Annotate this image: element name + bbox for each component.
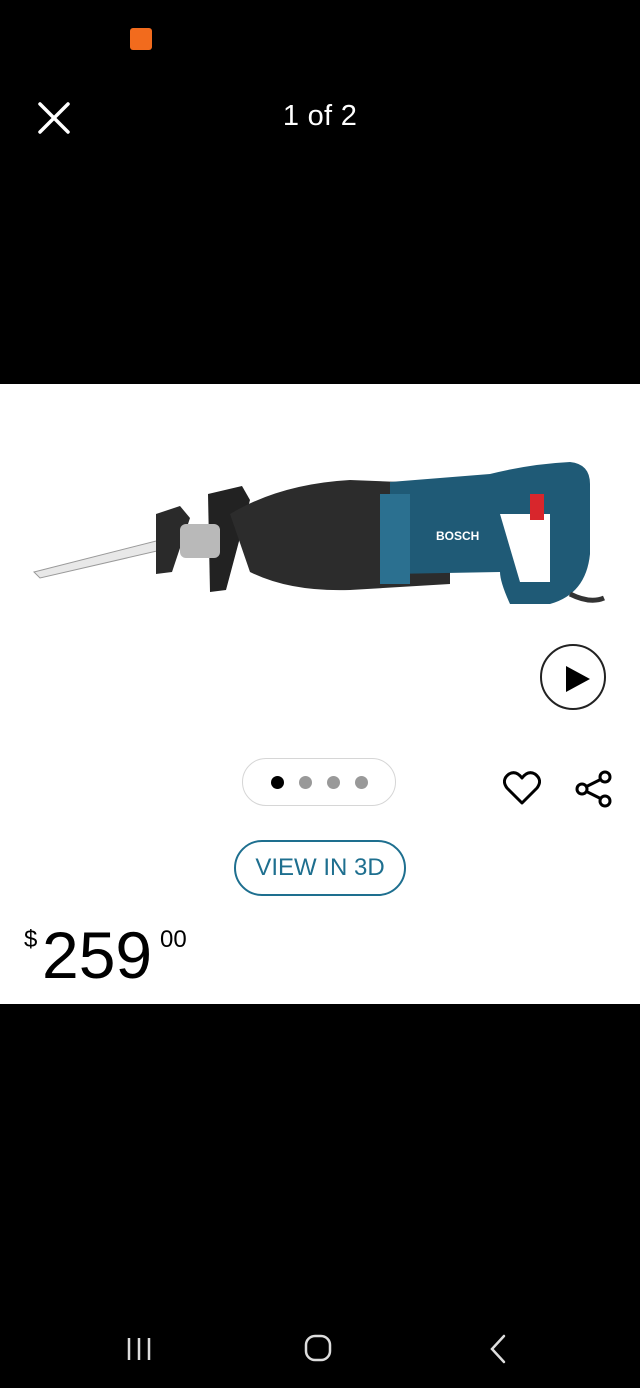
image-pagination bbox=[242, 758, 396, 806]
back-icon bbox=[490, 1334, 506, 1364]
back-button[interactable] bbox=[486, 1333, 510, 1370]
brand-text: BOSCH bbox=[436, 529, 479, 543]
page-dot-4[interactable] bbox=[354, 775, 368, 789]
view-in-3d-button[interactable]: VIEW IN 3D bbox=[234, 840, 406, 896]
product-image[interactable]: BOSCH bbox=[30, 454, 610, 614]
share-icon bbox=[575, 770, 612, 808]
play-video-button[interactable] bbox=[540, 644, 606, 710]
recents-icon bbox=[127, 1338, 151, 1360]
page-dot-1[interactable] bbox=[270, 775, 284, 789]
favorite-button[interactable] bbox=[502, 770, 542, 811]
system-navigation-bar bbox=[0, 1316, 640, 1388]
heart-icon bbox=[502, 771, 542, 805]
home-button[interactable] bbox=[303, 1333, 333, 1368]
price-cents: 00 bbox=[160, 926, 187, 953]
page-dot-3[interactable] bbox=[326, 775, 340, 789]
image-counter: 1 of 2 bbox=[282, 100, 358, 132]
product-gallery-panel: BOSCH VIEW IN 3D $ 259 00 bbox=[0, 384, 640, 1004]
price-dollars: 259 bbox=[42, 918, 153, 992]
recents-button[interactable] bbox=[126, 1336, 152, 1367]
home-icon bbox=[304, 1334, 332, 1362]
share-button[interactable] bbox=[574, 769, 614, 814]
play-icon bbox=[566, 666, 590, 692]
notification-app-icon bbox=[130, 28, 152, 50]
price-currency: $ bbox=[24, 926, 38, 953]
page-dot-2[interactable] bbox=[298, 775, 312, 789]
